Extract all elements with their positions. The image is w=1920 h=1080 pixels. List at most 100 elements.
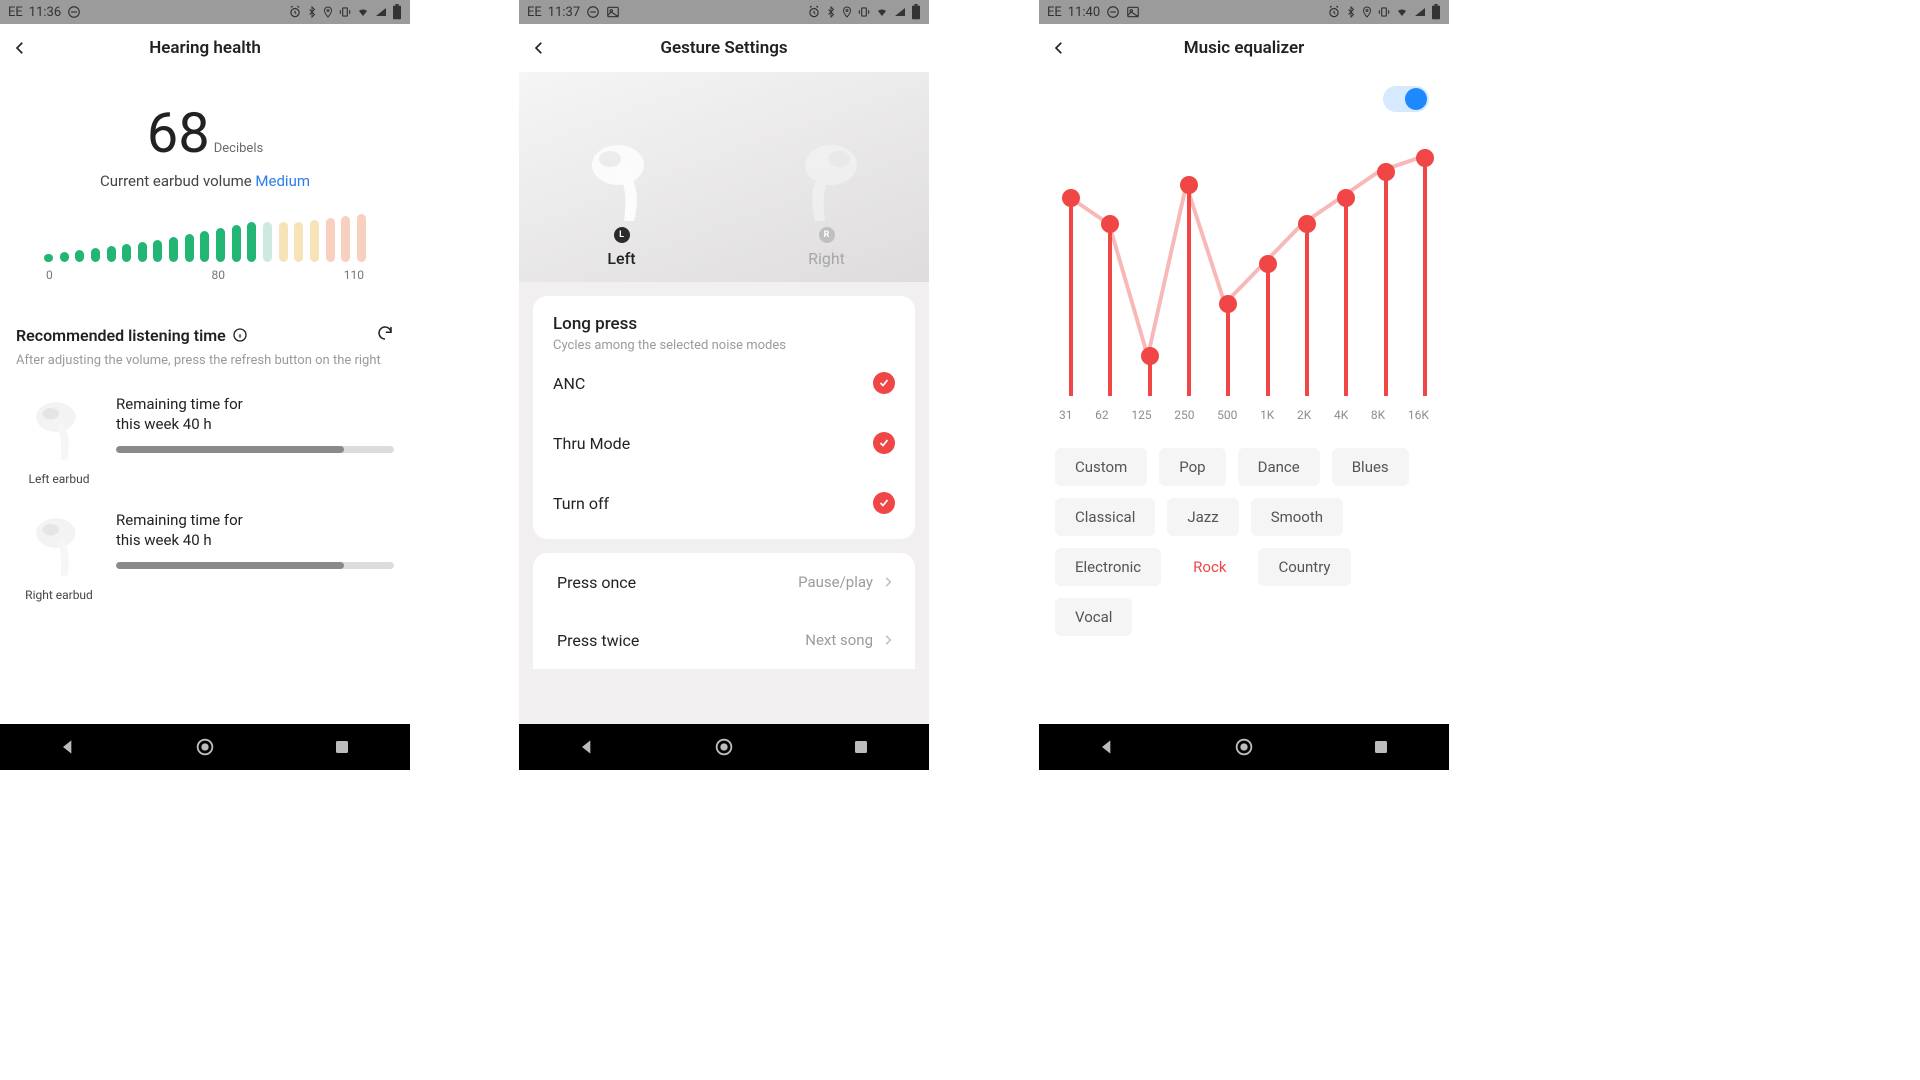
vibrate-icon [857,5,871,19]
preset-chip-vocal[interactable]: Vocal [1055,598,1132,636]
right-earbud-line1: Remaining time for [116,510,394,530]
eq-band-label: 16K [1408,408,1429,422]
image-icon [1126,5,1140,19]
refresh-button[interactable] [376,324,394,346]
nav-recent-button[interactable] [322,727,362,767]
eq-band-label: 4K [1334,408,1348,422]
signal-icon [893,6,907,18]
eq-slider-track[interactable] [1187,185,1191,396]
preset-chip-smooth[interactable]: Smooth [1251,498,1343,536]
eq-slider-track[interactable] [1266,264,1270,396]
nav-back-button[interactable] [567,727,607,767]
tab-right-earbud[interactable]: R Right [724,72,929,282]
preset-chip-custom[interactable]: Custom [1055,448,1147,486]
volume-bar-segment [200,231,209,262]
status-bar: EE 11:37 [519,0,929,24]
eq-slider-track[interactable] [1108,224,1112,396]
preset-chip-electronic[interactable]: Electronic [1055,548,1161,586]
scale-mid: 80 [212,268,226,282]
nav-back-icon [58,737,78,757]
app-header: Music equalizer [1039,24,1449,72]
option-turn-off[interactable]: Turn off [553,473,895,533]
nav-recent-button[interactable] [841,727,881,767]
eq-slider-track[interactable] [1423,158,1427,396]
volume-bar-segment [44,254,53,262]
eq-slider-handle[interactable] [1219,295,1237,313]
back-button[interactable] [519,39,559,57]
alarm-icon [288,5,302,19]
volume-bar-segment [294,222,303,262]
back-button[interactable] [1039,39,1079,57]
eq-slider-track[interactable] [1305,224,1309,396]
eq-band-label: 2K [1297,408,1311,422]
preset-chip-country[interactable]: Country [1258,548,1350,586]
left-badge: L [614,227,630,243]
eq-toggle[interactable] [1383,86,1429,112]
right-earbud-line2: this week 40 h [116,530,394,550]
eq-slider-handle[interactable] [1141,347,1159,365]
eq-slider-track[interactable] [1384,172,1388,396]
eq-slider-handle[interactable] [1180,176,1198,194]
eq-slider-handle[interactable] [1101,215,1119,233]
option-thru-mode[interactable]: Thru Mode [553,413,895,473]
volume-level: Medium [255,172,310,190]
bluetooth-icon [1345,5,1357,19]
clock: 11:37 [548,5,580,20]
page-title: Hearing health [0,38,410,58]
long-press-sub: Cycles among the selected noise modes [553,338,895,353]
check-icon [873,372,895,394]
preset-chip-classical[interactable]: Classical [1055,498,1155,536]
chevron-left-icon [1050,39,1068,57]
check-icon [873,432,895,454]
preset-chip-blues[interactable]: Blues [1332,448,1409,486]
eq-slider-track[interactable] [1344,198,1348,396]
signal-icon [1413,6,1427,18]
chevron-right-icon [881,633,895,647]
back-button[interactable] [0,39,40,57]
nav-home-button[interactable] [1224,727,1264,767]
right-earbud-progress [116,562,394,569]
page-title: Music equalizer [1039,38,1449,58]
option-anc[interactable]: ANC [553,353,895,413]
option-off-label: Turn off [553,494,609,513]
nav-home-button[interactable] [704,727,744,767]
left-earbud-icon [26,394,92,468]
nav-back-button[interactable] [1087,727,1127,767]
preset-chip-jazz[interactable]: Jazz [1167,498,1238,536]
row-press-twice[interactable]: Press twice Next song [533,611,915,669]
eq-slider-track[interactable] [1069,198,1073,396]
row-press-once[interactable]: Press once Pause/play [533,553,915,611]
preset-chip-dance[interactable]: Dance [1238,448,1320,486]
eq-slider-handle[interactable] [1259,255,1277,273]
nav-home-icon [1233,736,1255,758]
tab-left-earbud[interactable]: L Left [519,72,724,282]
reco-title: Recommended listening time [16,326,226,345]
eq-slider-handle[interactable] [1377,163,1395,181]
preset-chip-pop[interactable]: Pop [1159,448,1225,486]
eq-slider-track[interactable] [1226,304,1230,396]
eq-slider-handle[interactable] [1062,189,1080,207]
nav-recent-button[interactable] [1361,727,1401,767]
preset-chip-rock[interactable]: Rock [1173,548,1246,586]
eq-slider-handle[interactable] [1298,215,1316,233]
nav-back-button[interactable] [48,727,88,767]
eq-slider-handle[interactable] [1416,149,1434,167]
eq-slider-handle[interactable] [1337,189,1355,207]
nav-home-button[interactable] [185,727,225,767]
carrier: EE [527,5,542,20]
nav-back-icon [1097,737,1117,757]
eq-band-label: 31 [1059,408,1073,422]
phone-gesture-settings: EE 11:37 Gesture Settings L Left [519,0,929,770]
chevron-right-icon [881,575,895,589]
nav-recent-icon [852,738,870,756]
volume-bar-segment [138,242,147,262]
press-once-label: Press once [557,573,636,592]
tab-right-label: Right [808,249,845,268]
nav-recent-icon [1372,738,1390,756]
nav-back-icon [577,737,597,757]
wifi-icon [875,6,889,18]
equalizer-chart[interactable]: 31621252505001K2K4K8K16K [1059,122,1429,422]
dnd-icon [67,5,81,19]
eq-band-label: 125 [1131,408,1151,422]
bluetooth-icon [825,5,837,19]
